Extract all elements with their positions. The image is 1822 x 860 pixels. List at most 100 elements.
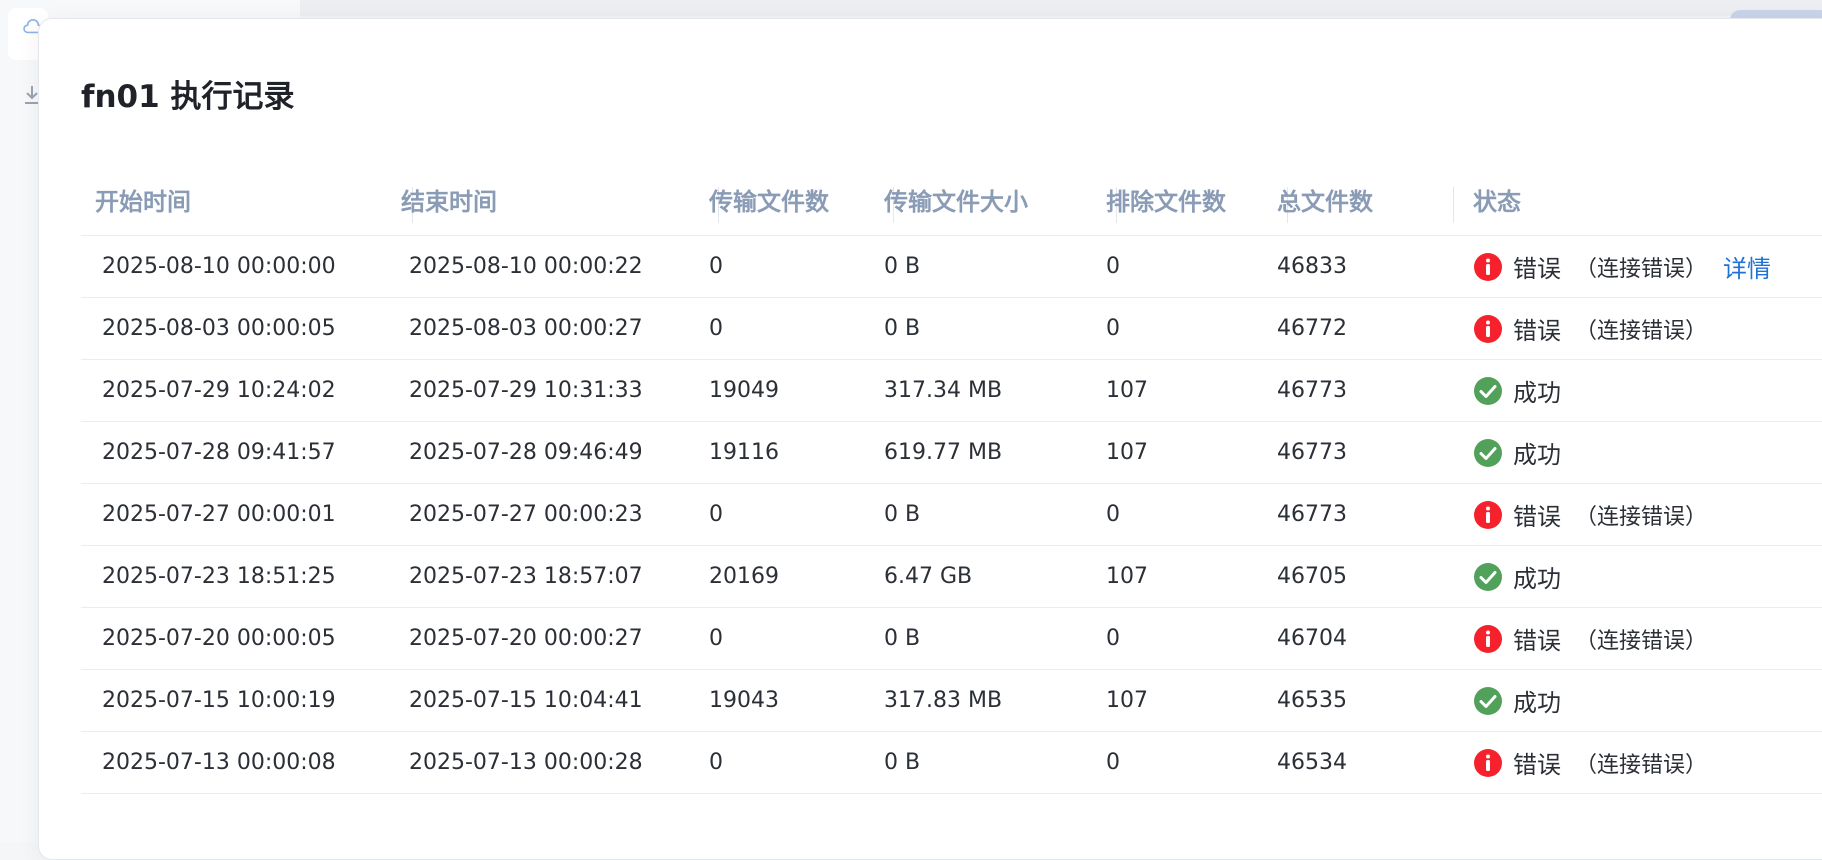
end-time-cell: 2025-07-13 00:00:28 — [409, 750, 643, 775]
transfer-size-cell: 317.83 MB — [884, 688, 1003, 713]
column-start-time[interactable]: 开始时间 — [95, 169, 191, 235]
success-check-icon — [1474, 562, 1502, 591]
transfer-size-cell: 0 B — [884, 750, 921, 775]
table-row: 2025-07-28 09:41:57 2025-07-28 09:46:49 … — [81, 422, 1822, 484]
excluded-count-cell: 107 — [1106, 440, 1148, 465]
status-label: 成功 — [1513, 689, 1561, 717]
execution-records-dialog: fn01 执行记录 开始时间 结束时间 传输文件数 传输文件大小 排除文件数 总… — [38, 18, 1822, 860]
start-time-cell: 2025-08-10 00:00:00 — [102, 254, 336, 279]
transfer-size-cell: 0 B — [884, 502, 921, 527]
column-transfer-size[interactable]: 传输文件大小 — [884, 169, 1028, 235]
transfer-size-cell: 619.77 MB — [884, 440, 1003, 465]
start-time-cell: 2025-07-23 18:51:25 — [102, 564, 336, 589]
total-count-cell: 46773 — [1277, 502, 1347, 527]
transfer-size-cell: 317.34 MB — [884, 378, 1003, 403]
records-table: 开始时间 结束时间 传输文件数 传输文件大小 排除文件数 总文件数 状态 202… — [81, 169, 1822, 794]
start-time-cell: 2025-07-13 00:00:08 — [102, 750, 336, 775]
status-reason: （连接错误） — [1575, 752, 1708, 778]
transfer-count-cell: 19049 — [709, 378, 779, 403]
status-label: 成功 — [1513, 441, 1561, 469]
transfer-count-cell: 0 — [709, 626, 723, 651]
start-time-cell: 2025-07-15 10:00:19 — [102, 688, 336, 713]
start-time-cell: 2025-07-29 10:24:02 — [102, 378, 336, 403]
start-time-cell: 2025-08-03 00:00:05 — [102, 316, 336, 341]
top-bar — [300, 0, 1822, 16]
status-reason: （连接错误） — [1575, 318, 1708, 344]
end-time-cell: 2025-08-03 00:00:27 — [409, 316, 643, 341]
error-icon — [1474, 624, 1502, 653]
column-end-time[interactable]: 结束时间 — [401, 169, 497, 235]
column-transfer-count[interactable]: 传输文件数 — [709, 169, 829, 235]
table-row: 2025-07-15 10:00:19 2025-07-15 10:04:41 … — [81, 670, 1822, 732]
error-icon — [1474, 314, 1502, 343]
column-total-count[interactable]: 总文件数 — [1277, 169, 1373, 235]
transfer-size-cell: 0 B — [884, 626, 921, 651]
table-row: 2025-08-10 00:00:00 2025-08-10 00:00:22 … — [81, 236, 1822, 298]
status-cell: 错误 （连接错误） — [1473, 484, 1707, 545]
table-row: 2025-07-27 00:00:01 2025-07-27 00:00:23 … — [81, 484, 1822, 546]
end-time-cell: 2025-07-27 00:00:23 — [409, 502, 643, 527]
total-count-cell: 46705 — [1277, 564, 1347, 589]
start-time-cell: 2025-07-27 00:00:01 — [102, 502, 336, 527]
status-cell: 成功 — [1473, 422, 1561, 483]
success-check-icon — [1474, 686, 1502, 715]
table-row: 2025-07-13 00:00:08 2025-07-13 00:00:28 … — [81, 732, 1822, 794]
excluded-count-cell: 0 — [1106, 316, 1120, 341]
table-body: 2025-08-10 00:00:00 2025-08-10 00:00:22 … — [81, 236, 1822, 794]
status-cell: 错误 （连接错误） — [1473, 732, 1707, 793]
end-time-cell: 2025-07-20 00:00:27 — [409, 626, 643, 651]
total-count-cell: 46773 — [1277, 378, 1347, 403]
status-label: 错误 — [1513, 317, 1561, 345]
end-time-cell: 2025-07-29 10:31:33 — [409, 378, 643, 403]
error-icon — [1474, 252, 1502, 281]
total-count-cell: 46704 — [1277, 626, 1347, 651]
details-link[interactable]: 详情 — [1723, 249, 1771, 284]
status-cell: 成功 — [1473, 546, 1561, 607]
dialog-title: fn01 执行记录 — [81, 79, 295, 115]
excluded-count-cell: 0 — [1106, 254, 1120, 279]
transfer-count-cell: 19043 — [709, 688, 779, 713]
error-icon — [1474, 748, 1502, 777]
end-time-cell: 2025-07-23 18:57:07 — [409, 564, 643, 589]
total-count-cell: 46833 — [1277, 254, 1347, 279]
table-row: 2025-07-23 18:51:25 2025-07-23 18:57:07 … — [81, 546, 1822, 608]
column-status[interactable]: 状态 — [1473, 169, 1521, 235]
excluded-count-cell: 0 — [1106, 502, 1120, 527]
status-label: 错误 — [1513, 751, 1561, 779]
column-excluded-count[interactable]: 排除文件数 — [1106, 169, 1226, 235]
excluded-count-cell: 0 — [1106, 626, 1120, 651]
transfer-size-cell: 6.47 GB — [884, 564, 973, 589]
transfer-count-cell: 0 — [709, 316, 723, 341]
transfer-size-cell: 0 B — [884, 254, 921, 279]
status-cell: 成功 — [1473, 360, 1561, 421]
status-cell: 成功 — [1473, 670, 1561, 731]
excluded-count-cell: 107 — [1106, 564, 1148, 589]
transfer-count-cell: 20169 — [709, 564, 779, 589]
status-label: 错误 — [1513, 627, 1561, 655]
status-reason: （连接错误） — [1575, 504, 1708, 530]
end-time-cell: 2025-08-10 00:00:22 — [409, 254, 643, 279]
table-header: 开始时间 结束时间 传输文件数 传输文件大小 排除文件数 总文件数 状态 — [81, 169, 1822, 236]
column-divider[interactable] — [1453, 187, 1454, 223]
table-row: 2025-07-20 00:00:05 2025-07-20 00:00:27 … — [81, 608, 1822, 670]
total-count-cell: 46535 — [1277, 688, 1347, 713]
end-time-cell: 2025-07-28 09:46:49 — [409, 440, 643, 465]
status-cell: 错误 （连接错误） 详情 — [1473, 236, 1771, 297]
total-count-cell: 46772 — [1277, 316, 1347, 341]
transfer-size-cell: 0 B — [884, 316, 921, 341]
success-check-icon — [1474, 376, 1502, 405]
transfer-count-cell: 0 — [709, 254, 723, 279]
transfer-count-cell: 19116 — [709, 440, 779, 465]
transfer-count-cell: 0 — [709, 502, 723, 527]
start-time-cell: 2025-07-28 09:41:57 — [102, 440, 336, 465]
status-label: 成功 — [1513, 565, 1561, 593]
transfer-count-cell: 0 — [709, 750, 723, 775]
success-check-icon — [1474, 438, 1502, 467]
status-reason: （连接错误） — [1575, 256, 1708, 282]
excluded-count-cell: 0 — [1106, 750, 1120, 775]
table-row: 2025-08-03 00:00:05 2025-08-03 00:00:27 … — [81, 298, 1822, 360]
status-label: 错误 — [1513, 503, 1561, 531]
error-icon — [1474, 500, 1502, 529]
total-count-cell: 46773 — [1277, 440, 1347, 465]
excluded-count-cell: 107 — [1106, 378, 1148, 403]
